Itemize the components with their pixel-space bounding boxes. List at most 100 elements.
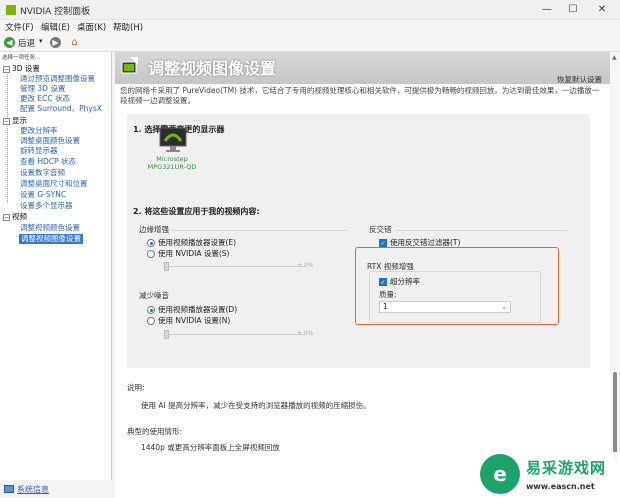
title-bar: NVIDIA 控制面板 — ☐ ✕: [0, 0, 620, 20]
back-arrow-icon[interactable]: ◀: [4, 37, 15, 48]
video-settings-icon: [121, 57, 138, 74]
collapse-icon[interactable]: −: [3, 213, 10, 221]
usage-label: 典型的使用情形:: [127, 427, 183, 436]
system-info-link[interactable]: 系统信息: [17, 484, 49, 495]
collapse-icon[interactable]: −: [3, 65, 10, 73]
scroll-up-icon[interactable]: ▲: [612, 54, 617, 61]
edge-nvidia-label: 使用 NVIDIA 设置(S): [158, 249, 230, 258]
edge-slider-track: [165, 266, 305, 267]
deinterlace-group-line: [367, 230, 567, 231]
menu-file[interactable]: 文件(F): [5, 21, 34, 33]
tree-item-ecc-state[interactable]: 更改 ECC 状态: [20, 94, 70, 104]
category-label: 视频: [12, 212, 27, 221]
task-header: 选择一项任务...: [2, 55, 41, 61]
vertical-scrollbar[interactable]: ▲: [610, 52, 620, 480]
deinterlace-label: 反交错: [369, 224, 395, 235]
noise-slider-track: [165, 334, 305, 335]
maximize-button[interactable]: ☐: [561, 2, 585, 18]
monitor-label[interactable]: Microstep MPG321UR-QD: [147, 155, 197, 171]
radio-unselected[interactable]: [147, 317, 155, 325]
description-text: 使用 AI 提高分辨率，减少在受支持的浏览器播放的视频的压缩损伤。: [141, 401, 371, 410]
settings-panel: 1. 选择需要变更的显示器 Microstep MPG321UR-QD 2. 将…: [127, 114, 590, 368]
section-apply-settings: 2. 将这些设置应用于我的视频内容:: [133, 207, 260, 216]
tree-category-video[interactable]: − 视频: [3, 212, 27, 222]
watermark-url: www.eascn.net: [526, 482, 595, 491]
edge-nvidia-radio[interactable]: 使用 NVIDIA 设置(S): [147, 248, 229, 258]
scroll-thumb[interactable]: [613, 372, 617, 462]
nvidia-app-icon: [6, 5, 16, 15]
edge-slider-thumb[interactable]: [164, 262, 169, 271]
tree-item-g-sync[interactable]: 设置 G-SYNC: [20, 190, 66, 200]
tree-item-video-image-selected[interactable]: 调整视频图像设置: [19, 234, 83, 244]
super-resolution-checkbox[interactable]: ✓ 超分辨率: [379, 276, 420, 286]
tree-item-desktop-size[interactable]: 调整桌面尺寸和位置: [20, 179, 88, 189]
tree-item-manage-3d[interactable]: 管理 3D 设置: [20, 84, 65, 94]
close-button[interactable]: ✕: [590, 2, 614, 18]
task-navigation-pane: 选择一项任务... −3D 设置 通过预览调整图像设置 管理 3D 设置 更改 …: [0, 52, 112, 480]
tree-item-surround-physx[interactable]: 配置 Surround、PhysX: [20, 104, 102, 114]
quality-label: 质量:: [379, 290, 397, 299]
intro-text: 您的网络卡采用了 PureVideo(TM) 技术，它结合了专用的视频处理核心和…: [120, 86, 600, 105]
home-icon[interactable]: ⌂: [68, 36, 81, 49]
monitor-name: Microstep: [156, 155, 188, 163]
forward-arrow-icon[interactable]: ▶: [50, 37, 61, 48]
tree-category-3d[interactable]: −3D 设置: [3, 64, 40, 74]
tree-item-hdcp-status[interactable]: 查看 HDCP 状态: [20, 157, 76, 167]
page-header: 调整视频图像设置 恢复默认设置: [115, 52, 610, 84]
radio-selected[interactable]: [147, 306, 155, 314]
edge-enhancement-label: 边缘增强: [139, 224, 172, 235]
menu-edit[interactable]: 编辑(E): [41, 21, 70, 33]
noise-player-radio[interactable]: 使用视频播放器设置(D): [147, 304, 237, 314]
tree-item-change-resolution[interactable]: 更改分辨率: [20, 126, 58, 136]
back-button-label[interactable]: 后退: [18, 37, 35, 49]
edge-group-line: [147, 230, 347, 231]
watermark-logo: e 易采游戏网 www.eascn.net: [478, 452, 620, 498]
usage-text: 1440p 或更高分辨率面板上全屏视频回放: [141, 443, 280, 452]
chevron-down-icon[interactable]: ⌄: [501, 302, 507, 312]
watermark-badge: e: [480, 454, 520, 494]
tree-item-video-color[interactable]: 调整视频颜色设置: [20, 223, 80, 233]
deinterlace-checkbox[interactable]: ✓ 使用反交错过滤器(T): [379, 237, 460, 247]
monitor-model: MPG321UR-QD: [147, 163, 197, 171]
menu-desktop[interactable]: 桌面(K): [77, 21, 106, 33]
quality-value: 1: [383, 302, 388, 311]
super-resolution-label: 超分辨率: [390, 277, 420, 286]
page-title: 调整视频图像设置: [148, 59, 277, 78]
tree-item-multiple-displays[interactable]: 设置多个显示器: [20, 201, 73, 211]
system-info-icon: [4, 485, 14, 493]
minimize-button[interactable]: —: [535, 2, 559, 18]
checkbox-checked-icon[interactable]: ✓: [379, 239, 387, 247]
monitor-icon[interactable]: [159, 127, 187, 153]
tree-item-digital-audio[interactable]: 设置数字音频: [20, 168, 65, 178]
noise-slider-thumb[interactable]: [164, 330, 169, 339]
radio-selected[interactable]: [147, 239, 155, 247]
category-label: 显示: [12, 116, 27, 125]
tree-item-desktop-color[interactable]: 调整桌面颜色设置: [20, 136, 80, 146]
watermark-title: 易采游戏网: [526, 459, 607, 477]
noise-reduction-label: 减少噪音: [139, 291, 169, 300]
noise-nvidia-radio[interactable]: 使用 NVIDIA 设置(N): [147, 315, 230, 325]
tree-item-preview-adjust[interactable]: 通过预览调整图像设置: [20, 74, 95, 84]
restore-defaults-link[interactable]: 恢复默认设置: [557, 74, 602, 85]
menu-help[interactable]: 帮助(H): [113, 21, 143, 33]
quality-dropdown[interactable]: 1 ⌄: [379, 301, 511, 313]
collapse-icon[interactable]: −: [3, 117, 10, 125]
description-label: 说明:: [127, 383, 145, 392]
edge-player-radio[interactable]: 使用视频播放器设置(E): [147, 237, 236, 247]
checkbox-checked-icon[interactable]: ✓: [379, 278, 387, 286]
radio-unselected[interactable]: [147, 250, 155, 258]
system-info: 系统信息: [0, 480, 115, 498]
toolbar: ◀ 后退 ▾ ▶ ⌂: [0, 34, 620, 52]
back-dropdown-icon[interactable]: ▾: [39, 37, 43, 45]
category-label: 3D 设置: [12, 64, 40, 73]
noise-nvidia-label: 使用 NVIDIA 设置(N): [158, 316, 231, 325]
deinterlace-checkbox-label: 使用反交错过滤器(T): [390, 238, 461, 247]
menu-bar: 文件(F) 编辑(E) 桌面(K) 帮助(H): [0, 20, 620, 34]
tree-category-display[interactable]: − 显示: [3, 116, 27, 126]
noise-player-label: 使用视频播放器设置(D): [158, 305, 238, 314]
tree-guide-line: [7, 70, 8, 203]
tree-item-rotate-display[interactable]: 旋转显示器: [20, 146, 58, 156]
edge-player-label: 使用视频播放器设置(E): [158, 238, 237, 247]
noise-slider-value: + 0%: [297, 330, 314, 337]
window-title: NVIDIA 控制面板: [20, 7, 91, 17]
